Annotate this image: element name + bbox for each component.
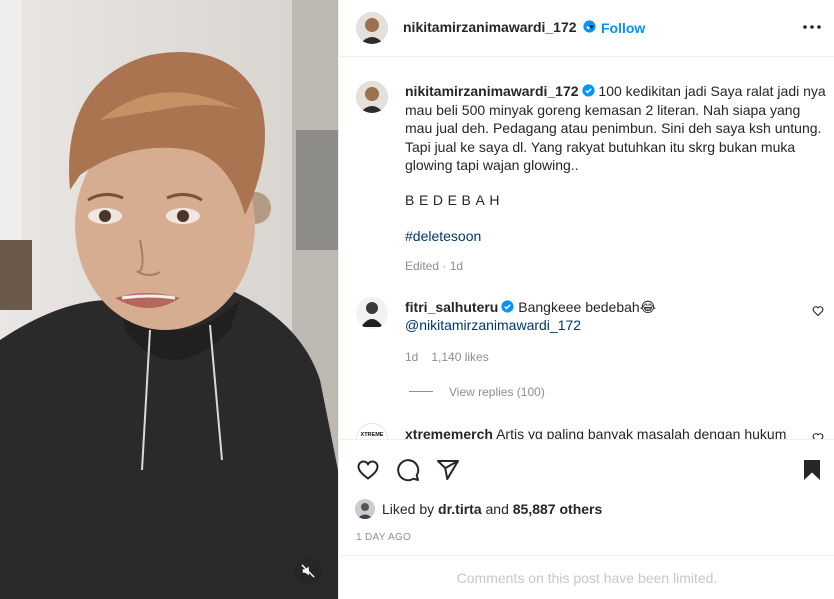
avatar-image [356, 12, 388, 44]
comment: fitri_salhuteru Bangkeee bedebah😂 @nikit… [405, 298, 805, 334]
replies-divider [409, 391, 433, 392]
follow-button[interactable]: Follow [601, 20, 645, 36]
comments-limited-notice: Comments on this post have been limited. [339, 555, 834, 599]
comment-username[interactable]: xtrememerch [405, 426, 493, 439]
author-username-text[interactable]: nikitamirzanimawardi_172 [403, 19, 577, 35]
liker-avatar[interactable] [355, 499, 375, 519]
edited-timestamp: Edited · 1d [405, 259, 464, 273]
mute-button[interactable] [294, 557, 322, 585]
avatar-image [356, 81, 388, 113]
post-header: nikitamirzanimawardi_172 • Follow [339, 0, 834, 57]
caption-username[interactable]: nikitamirzanimawardi_172 [405, 83, 579, 99]
comment-text: Artis yg paling banyak masalah dengan hu… [496, 426, 787, 440]
comment-likes-count[interactable]: 1,140 likes [431, 350, 488, 364]
comment: xtrememerch Artis yg paling banyak masal… [405, 426, 787, 440]
avatar-logo-text: XTREME [361, 432, 384, 438]
comment-like-icon[interactable] [812, 432, 824, 440]
post-timestamp[interactable]: 1 DAY AGO [356, 532, 411, 543]
separator-dot: • [589, 18, 594, 34]
author-avatar[interactable] [356, 12, 388, 44]
comment-meta: 1d 1,140 likes [405, 350, 489, 364]
comment-text: Bangkeee bedebah😂 [518, 299, 657, 315]
mention-link[interactable]: @nikitamirzanimawardi_172 [405, 317, 581, 333]
post-details-panel: nikitamirzanimawardi_172 • Follow nikita… [338, 0, 834, 599]
caption-line: glowing tapi wajan glowing.. [405, 157, 579, 173]
caption-emphasis: BEDEBAH [405, 192, 505, 208]
liked-by-label: Liked by [382, 501, 435, 517]
comment-icon[interactable] [396, 458, 420, 482]
commenter-avatar[interactable] [356, 297, 388, 329]
caption-line: Tapi jual ke saya dl. Yang rakyat butuhk… [405, 138, 796, 155]
caption-author-avatar[interactable] [356, 81, 388, 113]
action-bar [339, 441, 834, 497]
view-replies-label[interactable]: View replies (100) [449, 385, 545, 399]
avatar-image [355, 499, 375, 519]
comment-age: 1d [405, 350, 419, 364]
caption-line: mau jual deh. Pedagang atau penimbun. Si… [405, 120, 822, 136]
more-options-icon[interactable] [802, 15, 822, 39]
avatar-image [356, 297, 388, 329]
liker-username[interactable]: dr.tirta [438, 501, 482, 517]
share-icon[interactable] [436, 458, 460, 482]
instagram-post: nikitamirzanimawardi_172 • Follow nikita… [0, 0, 834, 599]
post-video[interactable] [0, 0, 338, 599]
comment-username[interactable]: fitri_salhuteru [405, 299, 498, 315]
post-caption: nikitamirzanimawardi_172 100 kedikitan j… [405, 82, 826, 175]
others-count[interactable]: 85,887 others [513, 501, 603, 517]
likes-summary: Liked by dr.tirta and 85,887 others [355, 497, 602, 521]
commenter-avatar[interactable]: XTREME [356, 423, 388, 439]
bookmark-icon[interactable] [800, 458, 824, 482]
muted-speaker-icon [301, 564, 315, 578]
caption-line: mau beli 500 minyak goreng kemasan 2 lit… [405, 101, 801, 118]
verified-badge-icon [501, 300, 514, 313]
author-username[interactable]: nikitamirzanimawardi_172 [403, 19, 597, 35]
video-frame [0, 0, 338, 599]
caption-line: 100 kedikitan jadi Saya ralat jadi nya [598, 83, 826, 99]
likes-conjunction: and [485, 501, 509, 517]
heart-icon[interactable] [356, 458, 380, 482]
view-replies-button[interactable]: View replies (100) [409, 385, 545, 399]
comments-section[interactable]: nikitamirzanimawardi_172 100 kedikitan j… [339, 57, 834, 440]
verified-badge-icon [581, 84, 595, 97]
avatar-image: XTREME [357, 424, 387, 439]
hashtag-link[interactable]: #deletesoon [405, 228, 481, 244]
comment-like-icon[interactable] [812, 305, 824, 317]
